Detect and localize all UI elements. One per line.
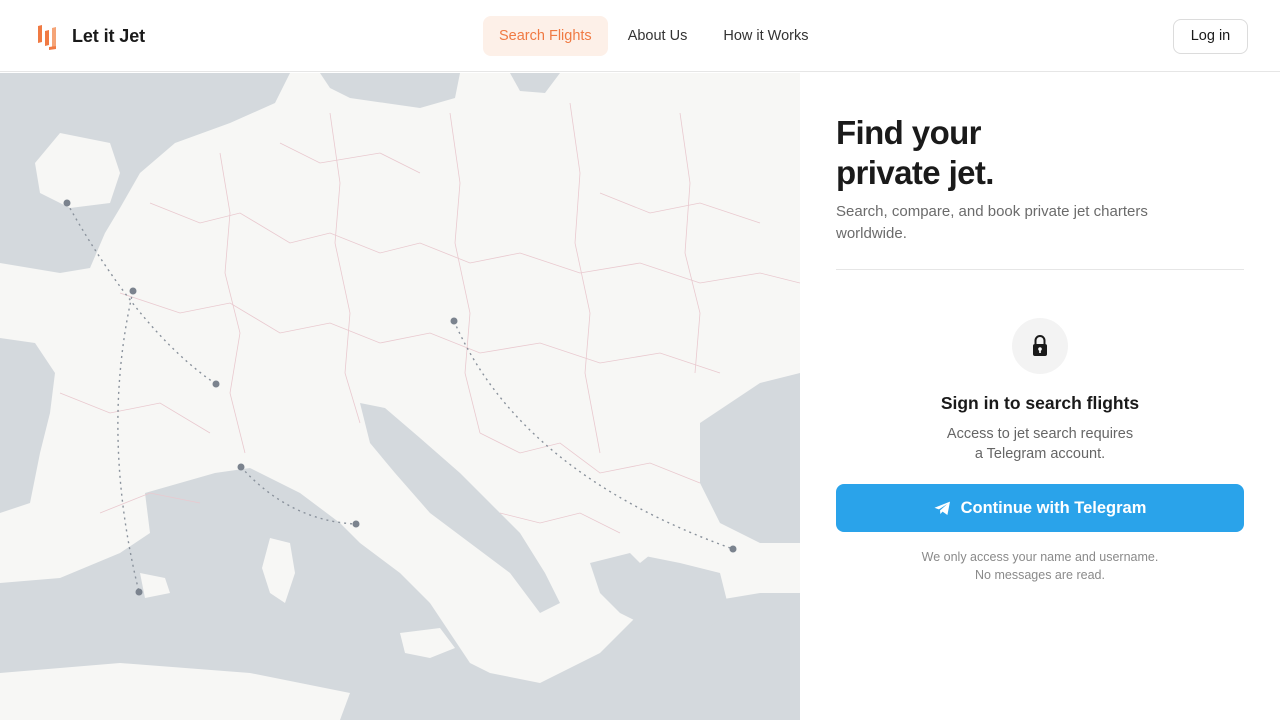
lock-icon [1012, 318, 1068, 374]
page-subtitle: Search, compare, and book private jet ch… [836, 203, 1148, 242]
signin-desc-line-1: Access to jet search requires [946, 426, 1134, 442]
brand-name: Let it Jet [72, 25, 146, 46]
title-line-1: Find your [836, 114, 982, 151]
privacy-note: We only access your name and username. N… [836, 548, 1244, 584]
signin-description: Access to jet search requires a Telegram… [836, 424, 1244, 464]
privacy-line-2: No messages are read. [975, 568, 1105, 582]
title-line-2: private jet. [836, 154, 994, 191]
airport-marker [237, 463, 245, 471]
nav-how-it-works[interactable]: How it Works [707, 16, 824, 56]
telegram-button-label: Continue with Telegram [960, 498, 1147, 517]
main-nav: Search Flights About Us How it Works [483, 16, 828, 56]
airport-marker [729, 545, 737, 553]
section-divider [836, 269, 1244, 270]
brand-logo-icon [36, 22, 60, 50]
airport-marker [352, 520, 360, 528]
nav-about-us[interactable]: About Us [612, 16, 704, 56]
nav-search-flights[interactable]: Search Flights [483, 16, 608, 56]
search-panel: Find your private jet. Search, compare, … [800, 73, 1280, 720]
telegram-plane-icon [934, 501, 951, 516]
airport-marker [135, 588, 143, 596]
signin-desc-line-2: a Telegram account. [974, 446, 1106, 462]
signin-title: Sign in to search flights [940, 393, 1140, 413]
route-map[interactable] [0, 73, 800, 720]
login-button[interactable]: Log in [1173, 19, 1248, 54]
page-title: Find your private jet. [836, 113, 994, 193]
brand-home-link[interactable]: Let it Jet [36, 22, 145, 50]
airport-marker [450, 317, 458, 325]
top-navbar: Let it Jet Search Flights About Us How i… [0, 0, 1280, 72]
airport-marker [63, 199, 71, 207]
map-water [0, 73, 800, 720]
airport-marker [129, 287, 137, 295]
privacy-line-1: We only access your name and username. [921, 550, 1159, 564]
continue-with-telegram-button[interactable]: Continue with Telegram [836, 484, 1244, 532]
airport-marker [212, 380, 220, 388]
